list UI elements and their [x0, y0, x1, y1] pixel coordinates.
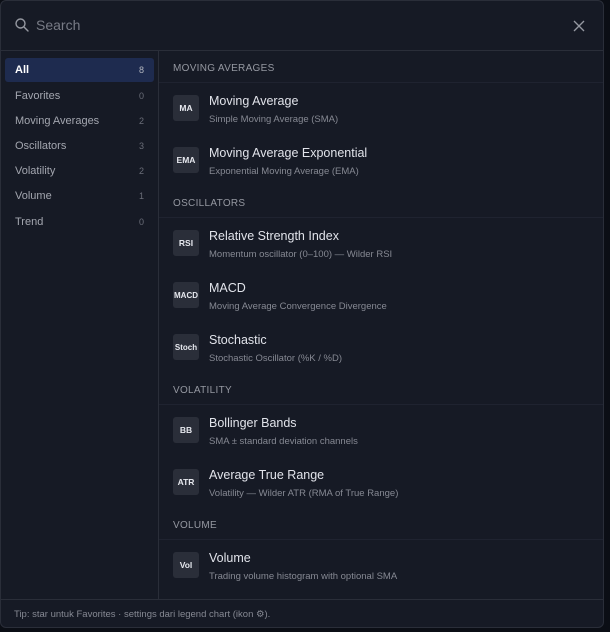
indicator-name: MACD: [209, 281, 246, 295]
sidebar-item-count: 0: [138, 91, 144, 101]
indicator-list: MOVING AVERAGES MA Moving Average Simple…: [159, 51, 603, 599]
indicator-description: Exponential Moving Average (EMA): [209, 166, 359, 177]
indicator-badge: ATR: [173, 469, 199, 495]
indicator-badge: Stoch: [173, 334, 199, 360]
indicator-description: Trading volume histogram with optional S…: [209, 571, 398, 582]
sidebar-item-label: Favorites: [15, 90, 61, 102]
search-bar: [1, 1, 603, 51]
search-input[interactable]: [36, 13, 556, 37]
close-icon: [573, 20, 585, 32]
footer-tip: Tip: star untuk Favorites · settings dar…: [1, 599, 603, 627]
sidebar-item-label: All: [15, 64, 30, 76]
sidebar-item-moving-averages[interactable]: Moving Averages 2: [5, 109, 154, 133]
sidebar-item-count: 3: [138, 141, 144, 151]
indicators-dialog: All 8 Favorites 0 Moving Averages 2 Osci…: [0, 0, 604, 628]
sidebar-item-oscillators[interactable]: Oscillators 3: [5, 134, 154, 158]
indicator-item-rsi[interactable]: RSI Relative Strength Index Momentum osc…: [159, 218, 603, 270]
section-title-oscillators: OSCILLATORS: [159, 186, 603, 218]
indicator-name: Bollinger Bands: [209, 416, 297, 430]
indicator-description: Moving Average Convergence Divergence: [209, 301, 387, 312]
search-icon: [15, 18, 29, 32]
sidebar-item-label: Oscillators: [15, 140, 67, 152]
indicator-item-vol[interactable]: Vol Volume Trading volume histogram with…: [159, 540, 603, 592]
sidebar-item-count: 0: [138, 217, 144, 227]
indicator-badge: MACD: [173, 282, 199, 308]
indicator-badge: MA: [173, 95, 199, 121]
indicator-item-macd[interactable]: MACD MACD Moving Average Convergence Div…: [159, 270, 603, 322]
indicator-name: Stochastic: [209, 333, 267, 347]
sidebar-item-favorites[interactable]: Favorites 0: [5, 84, 154, 108]
sidebar-item-label: Volatility: [15, 165, 56, 177]
sidebar-item-label: Moving Averages: [15, 115, 100, 127]
close-button[interactable]: [569, 16, 589, 36]
sidebar-item-label: Trend: [15, 216, 44, 228]
indicator-badge: RSI: [173, 230, 199, 256]
sidebar-item-trend[interactable]: Trend 0: [5, 210, 154, 234]
indicator-badge: EMA: [173, 147, 199, 173]
indicator-badge: Vol: [173, 552, 199, 578]
indicator-item-bb[interactable]: BB Bollinger Bands SMA ± standard deviat…: [159, 405, 603, 457]
category-sidebar: All 8 Favorites 0 Moving Averages 2 Osci…: [1, 51, 159, 599]
indicator-item-ema[interactable]: EMA Moving Average Exponential Exponenti…: [159, 135, 603, 187]
indicator-item-ma[interactable]: MA Moving Average Simple Moving Average …: [159, 83, 603, 135]
section-title-volatility: VOLATILITY: [159, 373, 603, 405]
sidebar-item-count: 1: [138, 191, 144, 201]
sidebar-item-all[interactable]: All 8: [5, 58, 154, 82]
indicator-description: Momentum oscillator (0–100) — Wilder RSI: [209, 249, 393, 260]
indicator-item-stoch[interactable]: Stoch Stochastic Stochastic Oscillator (…: [159, 322, 603, 374]
section-title-volume: VOLUME: [159, 508, 603, 540]
indicator-name: Relative Strength Index: [209, 229, 339, 243]
indicator-description: SMA ± standard deviation channels: [209, 436, 358, 447]
sidebar-item-label: Volume: [15, 190, 52, 202]
indicator-description: Stochastic Oscillator (%K / %D): [209, 353, 343, 364]
sidebar-item-volume[interactable]: Volume 1: [5, 184, 154, 208]
indicator-name: Moving Average Exponential: [209, 146, 368, 160]
indicator-description: Volatility — Wilder ATR (RMA of True Ran…: [209, 488, 399, 499]
indicator-name: Moving Average: [209, 94, 299, 108]
sidebar-item-volatility[interactable]: Volatility 2: [5, 159, 154, 183]
section-title-moving-averages: MOVING AVERAGES: [159, 51, 603, 83]
indicator-badge: BB: [173, 417, 199, 443]
indicator-description: Simple Moving Average (SMA): [209, 114, 339, 125]
indicator-name: Volume: [209, 551, 251, 565]
sidebar-item-count: 8: [138, 65, 144, 75]
sidebar-item-count: 2: [138, 166, 144, 176]
indicator-name: Average True Range: [209, 468, 325, 482]
sidebar-item-count: 2: [138, 116, 144, 126]
indicator-item-atr[interactable]: ATR Average True Range Volatility — Wild…: [159, 457, 603, 509]
